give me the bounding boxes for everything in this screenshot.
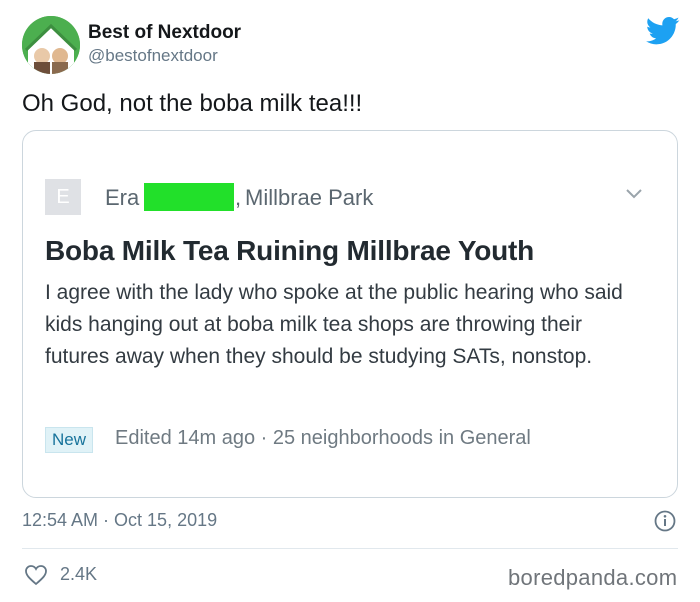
author-avatar: E: [45, 179, 81, 215]
profile-avatar[interactable]: [22, 16, 80, 74]
heart-icon[interactable]: [24, 564, 48, 586]
account-name[interactable]: Best of Nextdoor: [88, 22, 241, 44]
like-count[interactable]: 2.4K: [60, 564, 97, 585]
chevron-down-icon[interactable]: [625, 187, 643, 199]
author-location: Millbrae Park: [245, 185, 374, 210]
divider: [22, 548, 678, 549]
tweet-text: Oh God, not the boba milk tea!!!: [22, 90, 363, 117]
info-icon[interactable]: [654, 510, 676, 532]
watermark: boredpanda.com: [508, 565, 678, 590]
embedded-post-card[interactable]: E Era , Millbrae Park Boba Milk Tea Ruin…: [22, 130, 678, 498]
tweet-timestamp[interactable]: 12:54 AM · Oct 15, 2019: [22, 510, 217, 531]
post-body: I agree with the lady who spoke at the p…: [45, 281, 623, 368]
account-handle[interactable]: @bestofnextdoor: [88, 46, 218, 66]
redaction-box: [144, 183, 234, 211]
twitter-bird-icon[interactable]: [645, 16, 680, 46]
location-separator: ,: [235, 185, 242, 210]
new-badge: New: [45, 427, 94, 453]
post-meta: Edited 14m ago · 25 neighborhoods in Gen…: [115, 427, 531, 449]
author-name: Era: [105, 185, 140, 210]
post-title: Boba Milk Tea Ruining Millbrae Youth: [45, 235, 535, 266]
